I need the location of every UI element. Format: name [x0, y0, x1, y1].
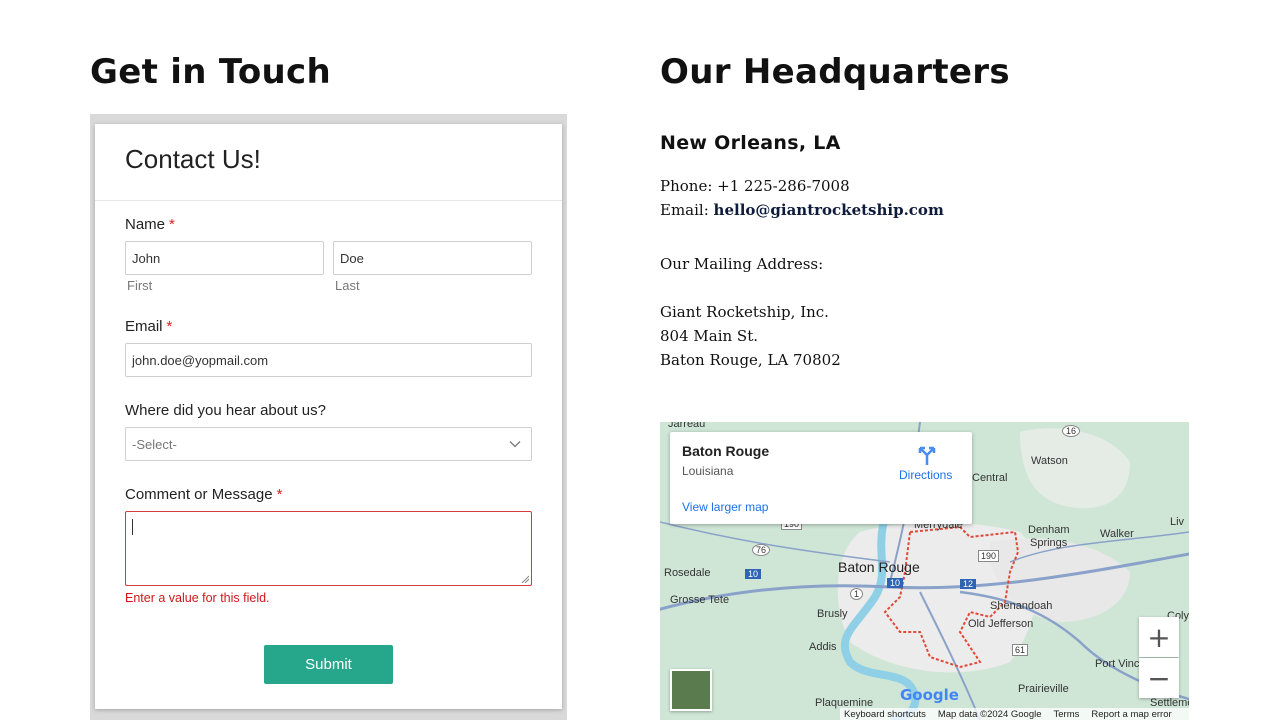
route-190-shield: 190 [978, 550, 1000, 562]
google-logo: Google [900, 686, 959, 704]
route-10-shield: 10 [887, 578, 904, 588]
zoom-in-button[interactable]: + [1139, 617, 1179, 657]
form-header: Contact Us! [95, 124, 562, 201]
map-layers-button[interactable] [670, 669, 712, 711]
map-label-shenandoah: Shenandoah [990, 600, 1053, 612]
headquarters-heading: Our Headquarters [660, 52, 1010, 92]
map-label-prairieville: Prairieville [1018, 683, 1069, 695]
source-label: Where did you hear about us? [125, 402, 326, 419]
phone-label: Phone: [660, 177, 713, 195]
message-label: Comment or Message * [125, 486, 282, 503]
required-mark: * [169, 216, 175, 233]
place-subtitle: Louisiana [682, 464, 734, 478]
map-label-port-vincent: Port Vinc [1095, 658, 1140, 670]
report-map-error-link[interactable]: Report a map error [1091, 709, 1171, 720]
map-label-grosse-tete: Grosse Tete [670, 594, 730, 606]
last-name-input[interactable]: Doe [333, 241, 532, 275]
text-caret [132, 519, 133, 535]
message-textarea[interactable] [125, 511, 532, 586]
view-larger-map-link[interactable]: View larger map [682, 500, 768, 514]
map-label-old-jefferson: Old Jefferson [968, 618, 1034, 630]
hq-city: New Orleans, LA [660, 132, 841, 154]
map-label-baton-rouge: Baton Rouge [838, 559, 920, 575]
street-address: 804 Main St. [660, 327, 758, 345]
directions-link[interactable]: Directions [899, 468, 952, 482]
email-label-hq: Email: [660, 201, 709, 219]
map-label-walker: Walker [1100, 528, 1134, 540]
phone-line: Phone: +1 225-286-7008 [660, 177, 850, 195]
route-76-shield: 76 [752, 544, 771, 556]
form-title: Contact Us! [125, 144, 261, 174]
route-61-shield: 61 [1012, 644, 1029, 656]
map-label-springs: Springs [1030, 537, 1068, 549]
email-line: Email: hello@giantrocketship.com [660, 201, 944, 219]
route-12-shield: 12 [960, 579, 977, 589]
submit-button[interactable]: Submit [264, 645, 393, 684]
route-10-shield: 10 [745, 569, 762, 579]
required-mark: * [166, 318, 173, 335]
map-label-central: Central [972, 472, 1008, 484]
map-label-brusly: Brusly [817, 608, 848, 620]
first-sublabel: First [127, 278, 153, 293]
keyboard-shortcuts-link[interactable]: Keyboard shortcuts [844, 709, 926, 720]
map-place-card: Baton Rouge Louisiana View larger map Di… [670, 432, 972, 524]
message-error: Enter a value for this field. [125, 591, 270, 605]
resize-handle-icon[interactable] [521, 575, 529, 583]
source-select-value: -Select- [132, 436, 177, 452]
map-data-attribution: Map data ©2024 Google [937, 708, 1042, 720]
map-label-watson: Watson [1031, 455, 1068, 467]
directions-icon[interactable] [916, 444, 938, 466]
map-label-jarreau: Jarreau [668, 422, 706, 430]
terms-link[interactable]: Terms [1054, 709, 1080, 720]
mailing-label: Our Mailing Address: [660, 255, 824, 273]
message-label-text: Comment or Message [125, 486, 273, 503]
email-label: Email * [125, 318, 172, 335]
chevron-down-icon [509, 441, 521, 448]
email-label-text: Email [125, 318, 163, 335]
map-label-addis: Addis [809, 641, 837, 653]
last-sublabel: Last [335, 278, 360, 293]
phone-number: +1 225-286-7008 [717, 177, 850, 195]
email-link[interactable]: hello@giantrocketship.com [714, 201, 944, 219]
map-label-liv: Liv [1170, 516, 1185, 528]
contact-form-card: Contact Us! Name * John Doe First Last Em… [95, 124, 562, 709]
source-select[interactable]: -Select- [125, 427, 532, 461]
route-1-shield: 1 [850, 588, 864, 600]
email-input[interactable]: john.doe@yopmail.com [125, 343, 532, 377]
zoom-out-button[interactable]: − [1139, 658, 1179, 698]
city-address: Baton Rouge, LA 70802 [660, 351, 841, 369]
map-label-rosedale: Rosedale [664, 567, 711, 579]
google-map[interactable]: Baton Rouge Central Watson Denham Spring… [660, 422, 1189, 720]
map-footer: Keyboard shortcuts Map data ©2024 Google… [840, 708, 1189, 720]
name-label: Name * [125, 216, 175, 233]
required-mark: * [276, 486, 283, 503]
place-title: Baton Rouge [682, 443, 770, 459]
first-name-input[interactable]: John [125, 241, 324, 275]
name-label-text: Name [125, 216, 166, 233]
route-16-shield: 16 [1062, 425, 1081, 437]
map-label-denham: Denham [1028, 524, 1070, 536]
company-name: Giant Rocketship, Inc. [660, 303, 829, 321]
get-in-touch-heading: Get in Touch [90, 52, 331, 92]
